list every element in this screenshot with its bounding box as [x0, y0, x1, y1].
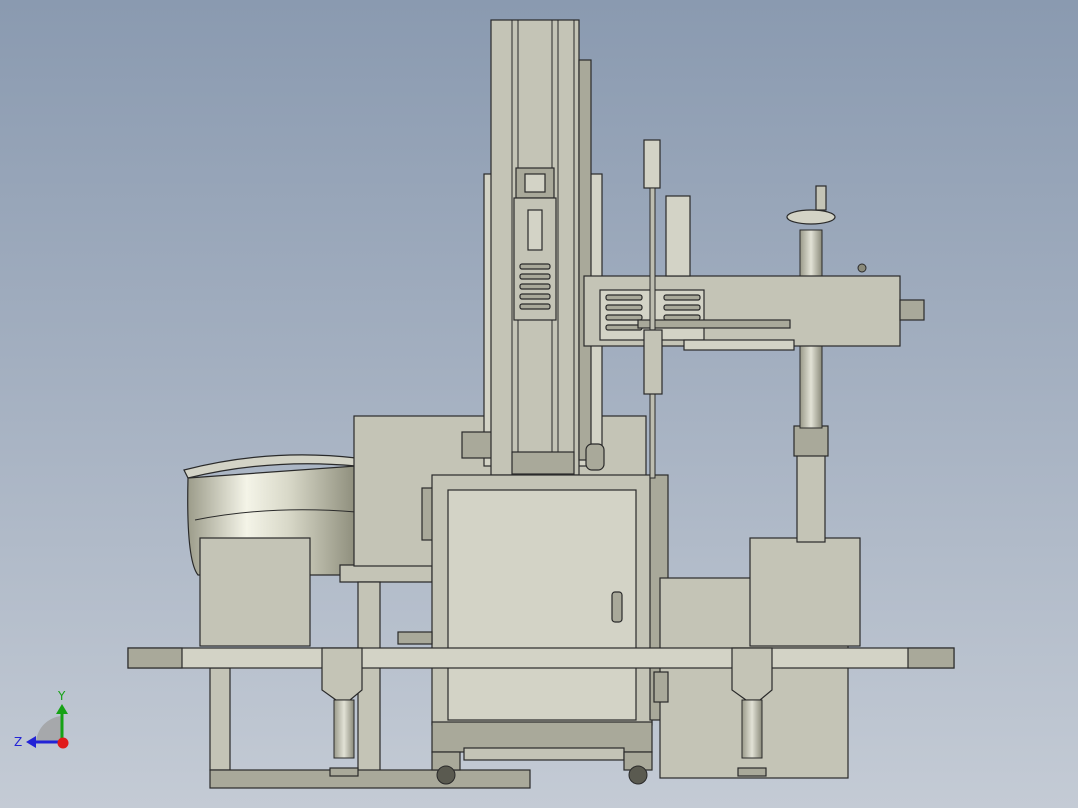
- triad-z-label: Z: [14, 735, 22, 749]
- cabinet-handle[interactable]: [611, 591, 623, 623]
- machine-model-view: Y Z: [14, 19, 955, 789]
- control-cabinet: [431, 474, 669, 761]
- labeler-arm: [583, 195, 925, 351]
- y-arrowhead: [56, 704, 68, 714]
- triad-y-label: Y: [57, 689, 66, 703]
- coordinate-triad: Y Z: [14, 689, 69, 749]
- leveling-foot-left: [321, 647, 363, 777]
- handwheel[interactable]: [786, 185, 836, 225]
- x-axis-dot: [57, 737, 69, 749]
- lift-column: [490, 19, 605, 476]
- cad-viewport[interactable]: Y Z: [0, 0, 1078, 808]
- z-arrowhead: [26, 736, 36, 748]
